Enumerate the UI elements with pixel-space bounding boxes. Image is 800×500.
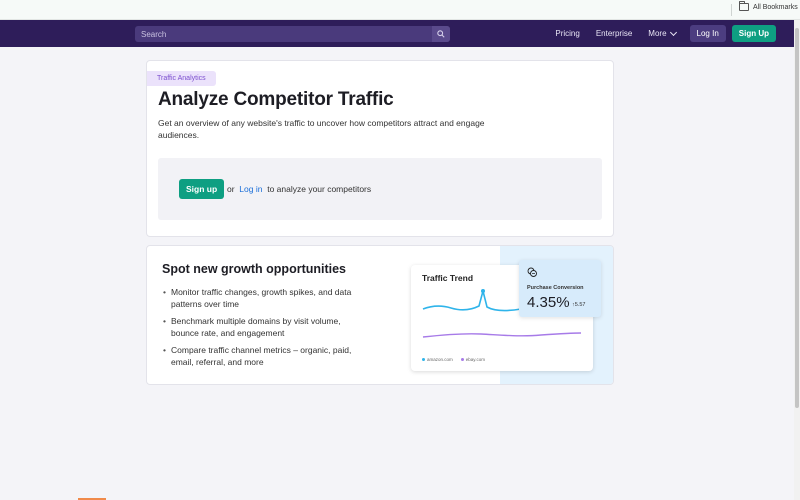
- legend-item-amazon: amazon.com: [422, 357, 453, 362]
- cta-signup-button[interactable]: Sign up: [179, 179, 225, 199]
- all-bookmarks-label: All Bookmarks: [753, 3, 798, 11]
- legend-item-ebay: ebay.com: [460, 357, 485, 362]
- top-nav: Pricing Enterprise More Log In Sign Up: [539, 20, 794, 47]
- cta-login-link[interactable]: Log in: [239, 184, 262, 194]
- growth-title: Spot new growth opportunities: [162, 262, 347, 276]
- signup-button[interactable]: Sign Up: [731, 25, 776, 42]
- page-title: Analyze Competitor Traffic: [158, 89, 394, 110]
- cta-or: or: [227, 184, 235, 194]
- series-peak-point: [481, 289, 485, 293]
- coins-icon: [527, 267, 537, 277]
- bookmarks-bar: All Bookmarks: [0, 0, 800, 20]
- cta-text: or Log in to analyze your competitors: [227, 184, 371, 194]
- scrollbar-thumb[interactable]: [795, 28, 799, 408]
- hero-card: Traffic Analytics Analyze Competitor Tra…: [146, 60, 614, 237]
- list-item: Benchmark multiple domains by visit volu…: [163, 315, 368, 339]
- search-icon: [437, 30, 445, 38]
- search-input[interactable]: [135, 26, 432, 42]
- site-header: Pricing Enterprise More Log In Sign Up: [0, 20, 794, 47]
- login-button[interactable]: Log In: [689, 25, 726, 42]
- conversion-delta: ↑5.57: [572, 302, 586, 308]
- nav-more[interactable]: More: [648, 28, 677, 38]
- growth-bullets: Monitor traffic changes, growth spikes, …: [163, 286, 368, 373]
- conversion-label: Purchase Conversion: [527, 285, 584, 291]
- list-item: Monitor traffic changes, growth spikes, …: [163, 286, 368, 310]
- list-item: Compare traffic channel metrics – organi…: [163, 344, 368, 368]
- cta-suffix: to analyze your competitors: [267, 184, 372, 194]
- category-tag: Traffic Analytics: [147, 71, 216, 86]
- series-line-ebay: [422, 332, 582, 338]
- purchase-conversion-card: Purchase Conversion 4.35% ↑5.57: [519, 260, 601, 317]
- all-bookmarks-button[interactable]: All Bookmarks: [739, 1, 798, 11]
- traffic-trend-title: Traffic Trend: [422, 273, 474, 283]
- hero-description: Get an overview of any website's traffic…: [158, 118, 485, 140]
- conversion-value: 4.35%: [527, 294, 570, 311]
- chevron-down-icon: [669, 28, 677, 36]
- chart-legend: amazon.com ebay.com: [422, 357, 485, 362]
- nav-pricing[interactable]: Pricing: [555, 29, 579, 38]
- growth-card: Spot new growth opportunities Monitor tr…: [146, 245, 614, 385]
- search-button[interactable]: [432, 26, 450, 42]
- nav-more-label: More: [648, 29, 667, 38]
- search-box: [135, 26, 450, 42]
- page-scrollbar[interactable]: [794, 20, 800, 500]
- nav-enterprise[interactable]: Enterprise: [596, 29, 632, 38]
- cta-box: Sign up or Log in to analyze your compet…: [158, 158, 602, 220]
- folder-icon: [739, 1, 749, 11]
- bookmarks-divider: [731, 4, 732, 16]
